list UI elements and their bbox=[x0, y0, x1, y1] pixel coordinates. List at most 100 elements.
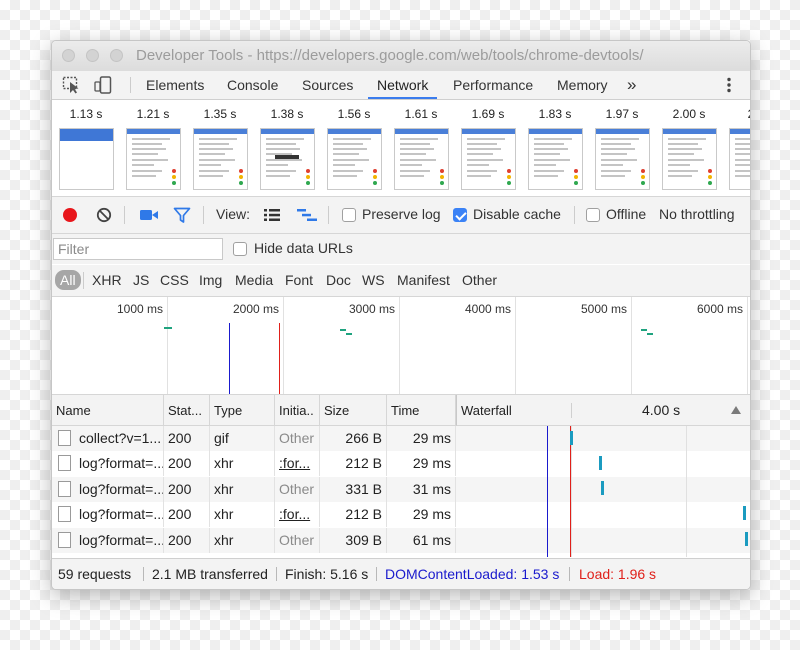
column-header-size[interactable]: Size bbox=[320, 395, 387, 426]
thumbnail-dot bbox=[239, 169, 243, 173]
cell-type: gif bbox=[210, 426, 275, 451]
tab-console[interactable]: Console bbox=[218, 71, 287, 99]
device-toolbar-icon[interactable] bbox=[94, 76, 114, 94]
cell-initiator: Other bbox=[275, 476, 320, 502]
frame-thumbnail bbox=[461, 128, 516, 190]
type-filter-img[interactable]: Img bbox=[196, 270, 225, 290]
thumbnail-header bbox=[529, 129, 582, 134]
file-icon bbox=[58, 430, 71, 446]
thumbnail-dot bbox=[574, 175, 578, 179]
inspect-element-icon[interactable] bbox=[62, 76, 82, 94]
title-bar: Developer Tools - https://developers.goo… bbox=[52, 41, 750, 72]
table-row[interactable]: collect?v=1... 200 gif Other 266 B 29 ms bbox=[52, 426, 456, 451]
capture-screenshots-icon[interactable] bbox=[139, 207, 159, 223]
type-filter-ws[interactable]: WS bbox=[359, 270, 388, 290]
tab-memory[interactable]: Memory bbox=[548, 71, 617, 99]
overview-gridline bbox=[515, 297, 516, 394]
resource-type-filters: All XHR JS CSS Img Media Font Doc WS Manifest Othe… bbox=[52, 265, 750, 297]
cell-size: 309 B bbox=[320, 527, 387, 553]
type-filter-media[interactable]: Media bbox=[232, 270, 276, 290]
thumbnail-dot bbox=[306, 169, 310, 173]
filter-input[interactable] bbox=[53, 238, 223, 260]
separator bbox=[130, 77, 131, 93]
thumbnail-line bbox=[534, 175, 558, 177]
filter-icon[interactable] bbox=[173, 206, 191, 224]
cell-initiator: Other bbox=[275, 426, 320, 451]
thumbnail-line bbox=[400, 153, 426, 155]
hide-data-urls-checkbox[interactable] bbox=[233, 242, 247, 256]
waterfall-bar[interactable] bbox=[745, 532, 748, 546]
cell-name: log?format=... bbox=[52, 476, 164, 502]
type-filter-js[interactable]: JS bbox=[130, 270, 152, 290]
column-header-type[interactable]: Type bbox=[210, 395, 275, 426]
tab-network[interactable]: Network bbox=[368, 71, 438, 99]
offline-checkbox[interactable] bbox=[586, 208, 600, 222]
type-filter-doc[interactable]: Doc bbox=[323, 270, 354, 290]
cell-size: 212 B bbox=[320, 451, 387, 477]
zoom-window-button[interactable] bbox=[110, 49, 123, 62]
separator bbox=[376, 567, 377, 581]
waterfall-bar[interactable] bbox=[601, 481, 604, 495]
thumbnail-line bbox=[601, 175, 625, 177]
thumbnail-line bbox=[333, 159, 369, 161]
network-toolbar: View: Preserve log Disable cache Offline… bbox=[52, 197, 750, 234]
timeline-overview[interactable]: 1000 ms 2000 ms 3000 ms 4000 ms 5000 ms 6000 … bbox=[52, 297, 750, 395]
thumbnail-header bbox=[730, 129, 750, 134]
thumbnail-line bbox=[333, 148, 367, 150]
disable-cache-checkbox[interactable] bbox=[453, 208, 467, 222]
large-rows-icon[interactable] bbox=[263, 207, 281, 223]
tab-performance[interactable]: Performance bbox=[444, 71, 542, 99]
thumbnail-line bbox=[199, 148, 233, 150]
clear-icon[interactable] bbox=[96, 207, 112, 223]
type-filter-other[interactable]: Other bbox=[459, 270, 500, 290]
type-filter-manifest[interactable]: Manifest bbox=[394, 270, 453, 290]
waterfall-view-icon[interactable] bbox=[296, 207, 318, 223]
table-row[interactable]: log?format=... 200 xhr Other 309 B 61 ms bbox=[52, 527, 456, 553]
tab-sources[interactable]: Sources bbox=[293, 71, 362, 99]
thumbnail-line bbox=[400, 138, 438, 140]
waterfall-bar[interactable] bbox=[599, 456, 602, 470]
throttling-select[interactable]: No throttling bbox=[659, 206, 734, 222]
thumbnail-line bbox=[735, 138, 750, 140]
type-filter-xhr[interactable]: XHR bbox=[89, 270, 125, 290]
type-filter-font[interactable]: Font bbox=[282, 270, 316, 290]
thumbnail-dot bbox=[172, 181, 176, 185]
minimize-window-button[interactable] bbox=[86, 49, 99, 62]
cell-name: log?format=... bbox=[52, 451, 164, 477]
frame-time: 2.00 s bbox=[672, 107, 706, 121]
thumbnail-dot bbox=[507, 181, 511, 185]
waterfall-bar[interactable] bbox=[743, 506, 746, 520]
cell-time: 29 ms bbox=[387, 426, 456, 451]
table-row[interactable]: log?format=... 200 xhr:for... 212 B 29 ms bbox=[52, 502, 456, 528]
frame-time: 1.21 s bbox=[136, 107, 170, 121]
preserve-log-checkbox[interactable] bbox=[342, 208, 356, 222]
thumbnail-line bbox=[735, 170, 750, 172]
waterfall-time-label: 4.00 s bbox=[642, 402, 681, 418]
thumbnail-dot bbox=[440, 175, 444, 179]
cell-initiator[interactable]: :for... bbox=[275, 451, 320, 477]
table-row[interactable]: log?format=... 200 xhr:for... 212 B 29 ms bbox=[52, 451, 456, 477]
type-filter-css[interactable]: CSS bbox=[157, 270, 192, 290]
waterfall-bar[interactable] bbox=[570, 431, 573, 445]
column-header-waterfall[interactable]: Waterfall 4.00 s bbox=[456, 395, 750, 426]
cell-initiator[interactable]: :for... bbox=[275, 502, 320, 528]
column-header-initiator[interactable]: Initia.. bbox=[275, 395, 320, 426]
record-icon[interactable] bbox=[62, 207, 78, 223]
cell-status: 200 bbox=[164, 426, 210, 451]
sort-ascending-icon[interactable] bbox=[731, 406, 741, 414]
close-window-button[interactable] bbox=[62, 49, 75, 62]
thumbnail-line bbox=[534, 153, 560, 155]
type-filter-all[interactable]: All bbox=[55, 270, 81, 290]
table-row[interactable]: log?format=... 200 xhr Other 331 B 31 ms bbox=[52, 476, 456, 502]
separator bbox=[569, 567, 570, 581]
column-header-time[interactable]: Time bbox=[387, 395, 456, 426]
frame-thumbnail bbox=[327, 128, 382, 190]
frame-time: 1.83 s bbox=[538, 107, 572, 121]
tab-elements[interactable]: Elements bbox=[137, 71, 213, 99]
thumbnail-line bbox=[735, 175, 750, 177]
more-vertical-icon[interactable] bbox=[722, 76, 736, 94]
thumbnail-dot bbox=[708, 175, 712, 179]
column-header-name[interactable]: Name bbox=[52, 395, 164, 426]
more-tabs-button[interactable]: » bbox=[618, 71, 645, 99]
column-header-status[interactable]: Stat... bbox=[164, 395, 210, 426]
